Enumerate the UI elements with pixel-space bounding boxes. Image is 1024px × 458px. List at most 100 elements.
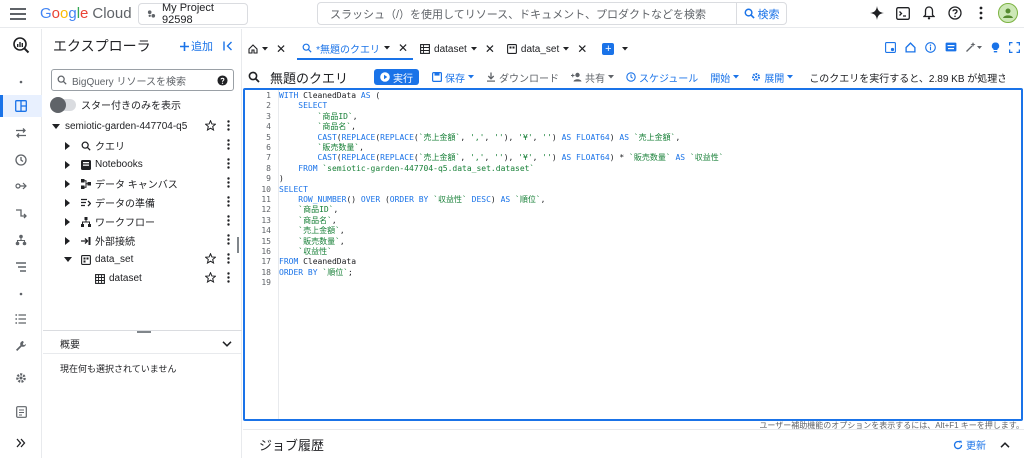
search-button[interactable]: 検索 <box>736 3 786 24</box>
code-line[interactable]: CAST(REPLACE(REPLACE(`売上金額`, ',', ''), '… <box>279 153 724 163</box>
code-line[interactable]: `商品ID`, <box>279 112 358 122</box>
cloud-shell-icon[interactable] <box>894 4 912 22</box>
star-icon[interactable] <box>205 120 216 131</box>
code-line[interactable]: `商品名`, <box>279 122 356 132</box>
more-actions-icon[interactable] <box>227 253 230 264</box>
save-button[interactable]: 保存 <box>432 70 474 85</box>
tab-untitled-query[interactable]: *無題のクエリ ✕ <box>297 38 414 60</box>
start-button[interactable]: 開始 <box>710 70 740 85</box>
code-line[interactable]: `販売数量`, <box>279 143 364 153</box>
expand-less-icon[interactable] <box>1000 441 1010 448</box>
gemini-icon[interactable] <box>868 4 886 22</box>
analytics-hub-icon[interactable] <box>0 175 42 197</box>
starred-only-toggle[interactable]: スター付きのみを表示 <box>50 96 241 113</box>
code-line[interactable]: CAST(REPLACE(REPLACE(`売上金額`, ',', ''), '… <box>279 133 681 143</box>
more-actions-icon[interactable] <box>227 215 230 226</box>
code-line[interactable]: SELECT <box>279 101 327 111</box>
more-actions-icon[interactable] <box>227 158 230 169</box>
chevron-down-icon[interactable] <box>222 340 232 347</box>
tree-item-dataset-data_set[interactable]: data_set <box>43 250 242 269</box>
schedule-button[interactable]: スケジュール <box>626 70 698 85</box>
resize-handle[interactable] <box>137 331 151 333</box>
tab-table-dataset[interactable]: dataset ✕ <box>415 38 500 60</box>
code-line[interactable]: ROW_NUMBER() OVER (ORDER BY `収益性` DESC) … <box>279 195 545 205</box>
more-actions-icon[interactable] <box>227 139 230 150</box>
expand-rail-icon[interactable] <box>0 432 42 454</box>
chevron-right-icon[interactable] <box>63 198 73 208</box>
list-icon[interactable] <box>0 308 42 330</box>
chevron-right-icon[interactable] <box>63 217 73 227</box>
code-line[interactable]: ) <box>279 174 284 184</box>
star-icon[interactable] <box>205 253 216 264</box>
chevron-right-icon[interactable] <box>63 160 73 170</box>
settings-gear-icon[interactable] <box>0 367 42 389</box>
star-icon[interactable] <box>205 272 216 283</box>
help-icon[interactable] <box>217 74 228 86</box>
job-history-title[interactable]: ジョブ履歴 <box>259 435 324 454</box>
tree-item-external-connections[interactable]: 外部接続 <box>43 231 242 250</box>
add-data-button[interactable]: 追加 <box>180 38 213 54</box>
close-icon[interactable]: ✕ <box>577 42 587 56</box>
code-line[interactable]: WITH CleanedData AS ( <box>279 91 380 101</box>
pipelines-icon[interactable] <box>0 229 42 251</box>
chevron-down-icon[interactable] <box>63 255 73 265</box>
code-line[interactable]: SELECT <box>279 185 308 195</box>
keyboard-icon[interactable] <box>945 42 957 53</box>
bigquery-product-icon[interactable] <box>0 34 42 56</box>
tree-item-workflows[interactable]: ワークフロー <box>43 212 242 231</box>
code-line[interactable]: ORDER BY `順位`; <box>279 268 353 278</box>
scheduled-queries-icon[interactable] <box>0 149 42 171</box>
code-line[interactable]: `商品名`, <box>279 216 336 226</box>
code-line[interactable]: `販売数量`, <box>279 237 344 247</box>
data-transfer-icon[interactable] <box>0 122 42 144</box>
toggle-switch[interactable] <box>50 96 76 113</box>
code-line[interactable]: `商品ID`, <box>279 205 338 215</box>
google-cloud-logo[interactable]: Google Cloud <box>40 5 132 22</box>
chevron-down-icon[interactable] <box>622 47 629 51</box>
tab-home[interactable]: ✕ <box>243 38 291 60</box>
tree-item-notebooks[interactable]: Notebooks <box>43 155 242 174</box>
new-tab-button[interactable]: + <box>602 43 615 55</box>
chevron-right-icon[interactable] <box>63 179 73 189</box>
global-search-input[interactable]: スラッシュ（/）を使用してリソース、ドキュメント、プロダクトなどを検索 検索 <box>317 2 787 25</box>
run-button[interactable]: 実行 <box>374 69 419 85</box>
help-icon[interactable] <box>946 4 964 22</box>
close-icon[interactable]: ✕ <box>398 41 408 55</box>
explorer-scrollbar[interactable] <box>237 237 239 253</box>
project-picker-button[interactable]: My Project 92598 <box>138 2 248 26</box>
more-actions-icon[interactable] <box>227 272 230 283</box>
notifications-bell-icon[interactable] <box>920 4 938 22</box>
sql-editor[interactable]: 1 2 3 4 5 6 7 8 9 10 11 12 13 14 15 16 17 18 19 WITH Clean… <box>243 88 1023 421</box>
deploy-button[interactable]: 展開 <box>751 70 794 85</box>
main-menu-icon[interactable] <box>0 0 36 28</box>
chevron-right-icon[interactable] <box>63 141 73 151</box>
share-button[interactable]: 共有 <box>571 70 614 85</box>
release-notes-icon[interactable] <box>0 401 42 423</box>
more-options-icon[interactable] <box>972 4 990 22</box>
dataflow-icon[interactable] <box>0 202 42 224</box>
code-line[interactable]: FROM `semiotic-garden-447704-q5.data_set… <box>279 164 534 174</box>
magic-wand-icon[interactable] <box>966 42 982 53</box>
info-icon[interactable] <box>925 42 936 53</box>
tab-dataset-data_set[interactable]: data_set ✕ <box>502 38 592 60</box>
chevron-down-icon[interactable] <box>563 47 570 51</box>
open-in-icon[interactable] <box>885 42 896 53</box>
tree-project-row[interactable]: semiotic-garden-447704-q5 <box>43 117 242 136</box>
chevron-right-icon[interactable] <box>63 236 73 246</box>
more-actions-icon[interactable] <box>227 177 230 188</box>
chevron-down-icon[interactable] <box>383 46 390 50</box>
chevron-down-icon[interactable] <box>470 47 477 51</box>
code-line[interactable]: `収益性` <box>279 247 332 257</box>
code-line[interactable]: FROM CleanedData <box>279 257 356 267</box>
chevron-down-icon[interactable] <box>51 122 61 132</box>
wrench-icon[interactable] <box>0 335 42 357</box>
code-line[interactable]: `売上金額`, <box>279 226 344 236</box>
studio-icon[interactable] <box>0 95 42 117</box>
tree-item-data-preparation[interactable]: データの準備 <box>43 193 242 212</box>
overview-section-header[interactable]: 概要 <box>43 334 242 354</box>
download-button[interactable]: ダウンロード <box>486 70 559 85</box>
more-actions-icon[interactable] <box>227 196 230 207</box>
close-icon[interactable]: ✕ <box>485 42 495 56</box>
account-avatar[interactable] <box>998 3 1018 23</box>
fullscreen-icon[interactable] <box>1009 42 1020 53</box>
